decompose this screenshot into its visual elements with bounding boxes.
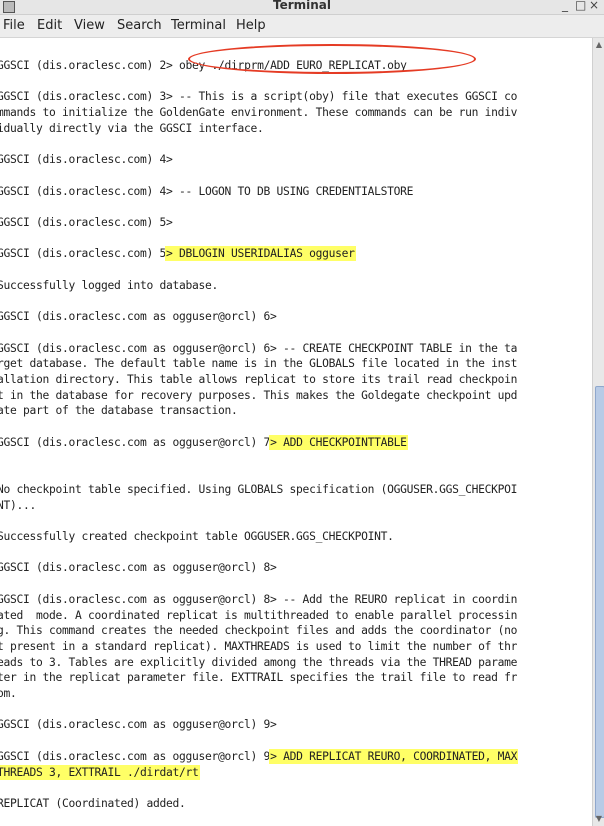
menu-search[interactable]: Search — [117, 18, 162, 33]
window-titlebar: Terminal _ □ × — [0, 0, 604, 15]
minimize-button[interactable]: _ — [562, 0, 568, 12]
terminal-line-text: om. — [0, 687, 17, 700]
terminal-line-text: t in the database for recovery purposes.… — [0, 388, 518, 402]
terminal-line: GGSCI (dis.oraclesc.com) 3> -- This is a… — [0, 89, 517, 105]
terminal-line-text: allation directory. This table allows re… — [0, 373, 518, 386]
terminal-line: GGSCI (dis.oraclesc.com) 4> — [0, 152, 173, 168]
terminal-line-text: rget database. The default table name is… — [0, 357, 518, 371]
terminal-line: t present in a standard replicat). MAXTH… — [0, 639, 517, 655]
terminal-line: allation directory. This table allows re… — [0, 372, 517, 388]
menu-file[interactable]: File — [3, 18, 25, 33]
terminal-line: g. This command creates the needed check… — [0, 623, 517, 639]
highlighted-command: > ADD REPLICAT REURO, COORDINATED, MAX — [270, 749, 518, 763]
menu-view[interactable]: View — [74, 18, 105, 33]
terminal-line: GGSCI (dis.oraclesc.com as ogguser@orcl)… — [0, 560, 277, 576]
window-title: Terminal — [272, 0, 332, 12]
maximize-button[interactable]: □ — [575, 0, 586, 12]
red-circle-annotation — [188, 44, 476, 74]
terminal-line-text: GGSCI (dis.oraclesc.com) 3> -- This is a… — [0, 90, 518, 104]
terminal-line-text: Successfully logged into database. — [0, 278, 219, 292]
terminal-line-text: GGSCI (dis.oraclesc.com as ogguser@orcl)… — [0, 749, 271, 763]
scroll-up-arrow-icon[interactable]: ▲ — [594, 40, 604, 50]
terminal-output[interactable]: GGSCI (dis.oraclesc.com) 2> obey ./dirpr… — [0, 38, 592, 826]
menu-edit[interactable]: Edit — [37, 18, 62, 33]
terminal-line: ate part of the database transaction. — [0, 403, 238, 419]
terminal-line-text: GGSCI (dis.oraclesc.com as ogguser@orcl)… — [0, 718, 277, 732]
highlighted-command: THREADS 3, EXTTRAIL ./dirdat/rt — [0, 765, 199, 779]
terminal-line-text: mmands to initialize the GoldenGate envi… — [0, 106, 518, 120]
close-button[interactable]: × — [589, 0, 599, 12]
terminal-line-text: idually directly via the GGSCI interface… — [0, 121, 264, 135]
terminal-line: GGSCI (dis.oraclesc.com as ogguser@orcl)… — [0, 309, 277, 325]
terminal-line: idually directly via the GGSCI interface… — [0, 121, 264, 137]
scroll-thumb[interactable] — [595, 386, 604, 818]
terminal-line: GGSCI (dis.oraclesc.com) 4> -- LOGON TO … — [0, 184, 413, 200]
terminal-line-text: GGSCI (dis.oraclesc.com) 5> — [0, 216, 173, 229]
terminal-line: ated mode. A coordinated replicat is mul… — [0, 608, 517, 624]
terminal-line-text: Successfully created checkpoint table OG… — [0, 530, 394, 543]
terminal-line: GGSCI (dis.oraclesc.com) 5> — [0, 215, 173, 231]
scroll-down-arrow-icon[interactable]: ▼ — [594, 814, 604, 824]
terminal-line: om. — [0, 686, 17, 702]
terminal-line-text: No checkpoint table specified. Using GLO… — [0, 482, 518, 496]
terminal-line-text: eads to 3. Tables are explicitly divided… — [0, 655, 518, 669]
terminal-line-text: GGSCI (dis.oraclesc.com) 2 — [0, 59, 167, 72]
terminal-line-text: GGSCI (dis.oraclesc.com) 4> — [0, 153, 173, 167]
terminal-line-text: ate part of the database transaction. — [0, 404, 238, 418]
highlighted-command: > DBLOGIN USERIDALIAS ogguser — [166, 247, 355, 261]
terminal-line-text: REPLICAT (Coordinated) added. — [0, 796, 186, 810]
terminal-line: GGSCI (dis.oraclesc.com as ogguser@orcl)… — [0, 435, 407, 451]
terminal-line-text: GGSCI (dis.oraclesc.com as ogguser@orcl)… — [0, 435, 271, 449]
terminal-line: GGSCI (dis.oraclesc.com as ogguser@orcl)… — [0, 749, 517, 765]
terminal-line: GGSCI (dis.oraclesc.com as ogguser@orcl)… — [0, 341, 517, 357]
terminal-line: GGSCI (dis.oraclesc.com) 5> DBLOGIN USER… — [0, 246, 355, 262]
menu-bar: File Edit View Search Terminal Help — [0, 15, 604, 38]
terminal-line-text: ated mode. A coordinated replicat is mul… — [0, 608, 518, 622]
terminal-line: rget database. The default table name is… — [0, 356, 517, 372]
terminal-line-text: GGSCI (dis.oraclesc.com as ogguser@orcl)… — [0, 310, 277, 324]
terminal-line: NT)... — [0, 498, 36, 514]
terminal-line-text: ter in the replicat parameter file. EXTT… — [0, 671, 518, 685]
terminal-line: GGSCI (dis.oraclesc.com as ogguser@orcl)… — [0, 592, 517, 608]
terminal-line-text: GGSCI (dis.oraclesc.com as ogguser@orcl)… — [0, 561, 277, 575]
highlighted-command: > ADD CHECKPOINTTABLE — [270, 435, 407, 449]
terminal-line: eads to 3. Tables are explicitly divided… — [0, 655, 517, 671]
terminal-line: t in the database for recovery purposes.… — [0, 388, 517, 404]
terminal-line: GGSCI (dis.oraclesc.com as ogguser@orcl)… — [0, 717, 277, 733]
terminal-line-text: g. This command creates the needed check… — [0, 624, 518, 638]
terminal-line-text: GGSCI (dis.oraclesc.com as ogguser@orcl)… — [0, 341, 518, 355]
terminal-line: No checkpoint table specified. Using GLO… — [0, 482, 517, 498]
terminal-line-text: GGSCI (dis.oraclesc.com) 5 — [0, 247, 167, 261]
terminal-line: Successfully created checkpoint table OG… — [0, 529, 394, 545]
menu-help[interactable]: Help — [236, 18, 266, 33]
terminal-line: mmands to initialize the GoldenGate envi… — [0, 105, 517, 121]
menu-terminal[interactable]: Terminal — [171, 18, 226, 33]
vertical-scrollbar[interactable]: ▲ ▼ — [592, 38, 604, 826]
terminal-line: Successfully logged into database. — [0, 278, 218, 294]
terminal-line-text: NT)... — [0, 498, 37, 512]
terminal-line-text: t present in a standard replicat). MAXTH… — [0, 639, 518, 653]
terminal-line-text: GGSCI (dis.oraclesc.com as ogguser@orcl)… — [0, 592, 518, 606]
terminal-line: REPLICAT (Coordinated) added. — [0, 796, 186, 812]
terminal-line: ter in the replicat parameter file. EXTT… — [0, 670, 517, 686]
terminal-line: THREADS 3, EXTTRAIL ./dirdat/rt — [0, 765, 199, 781]
terminal-line-text: GGSCI (dis.oraclesc.com) 4> -- LOGON TO … — [0, 184, 414, 198]
